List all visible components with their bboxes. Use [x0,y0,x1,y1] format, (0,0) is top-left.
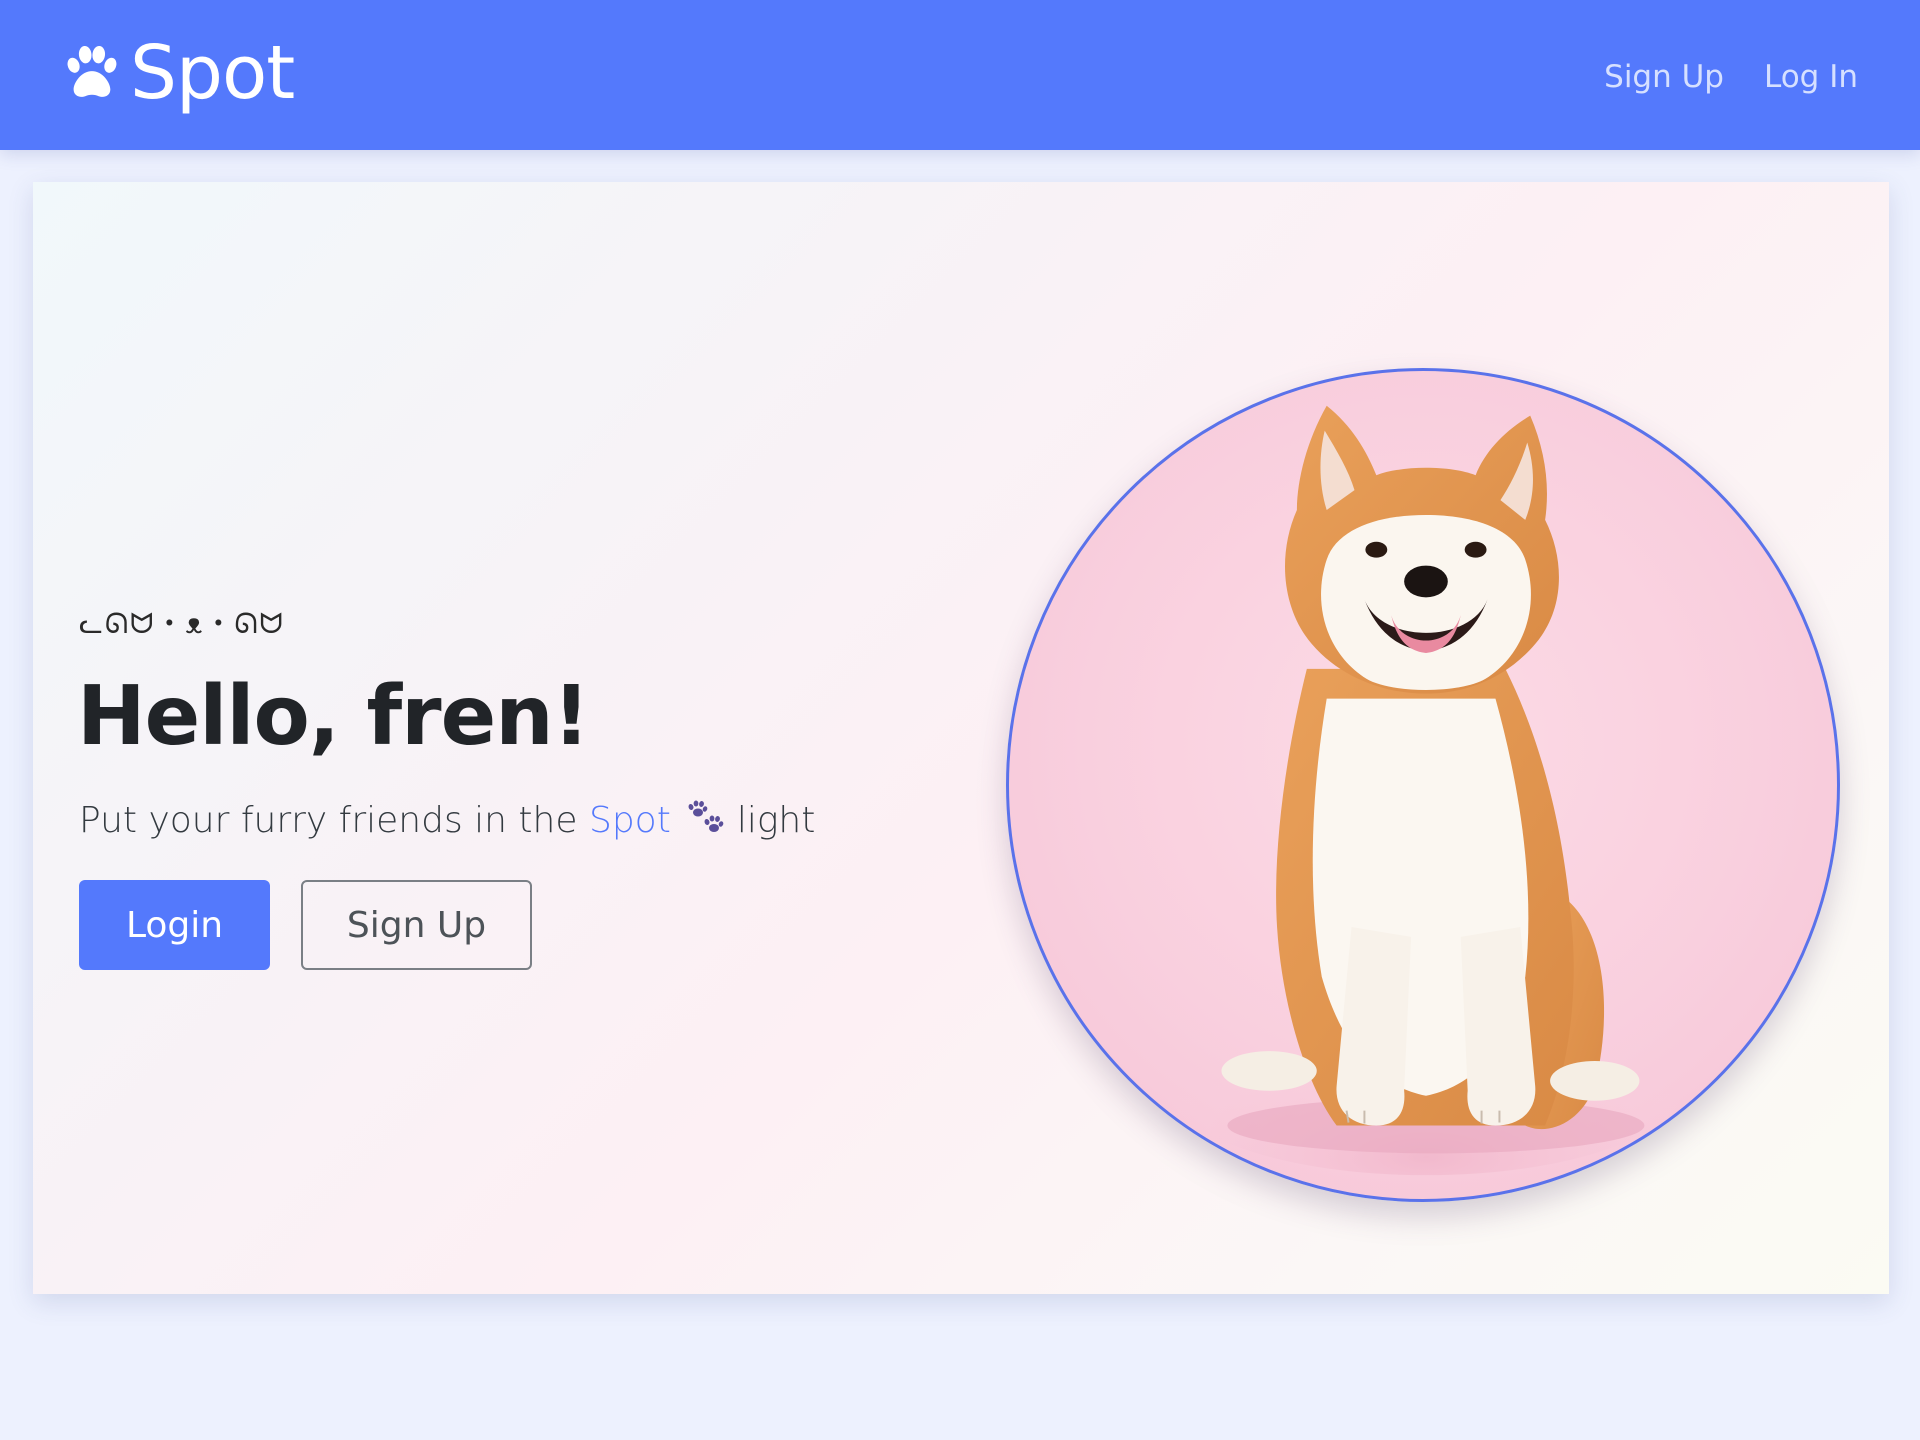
hero-card: ᓚᘏᗢ・ᴥ・ᘏᗢ Hello, fren! Put your furry fri… [33,182,1889,1294]
shiba-inu-dog-photo [1167,405,1685,1176]
login-button[interactable]: Login [79,880,270,970]
subtitle-text-after: light [736,800,816,841]
paw-prints-icon [688,800,724,832]
subtitle-spot-highlight: Spot [588,800,671,841]
dog-photo-circle [1006,368,1840,1202]
nav-signup-link[interactable]: Sign Up [1604,50,1724,104]
nav-login-link[interactable]: Log In [1764,50,1858,104]
kaomoji-text: ᓚᘏᗢ・ᴥ・ᘏᗢ [79,607,285,640]
nav-links: Sign Up Log In [1604,50,1858,104]
navbar: Spot Sign Up Log In [0,0,1920,150]
signup-button[interactable]: Sign Up [301,880,532,970]
hero-subtitle: Put your furry friends in the Spot light [79,796,815,846]
paw-icon [67,45,117,97]
hero-title: Hello, fren! [77,669,590,764]
brand-name: Spot [130,30,295,116]
brand-logo-link[interactable]: Spot [62,28,295,118]
subtitle-text-before: Put your furry friends in the [79,800,578,841]
